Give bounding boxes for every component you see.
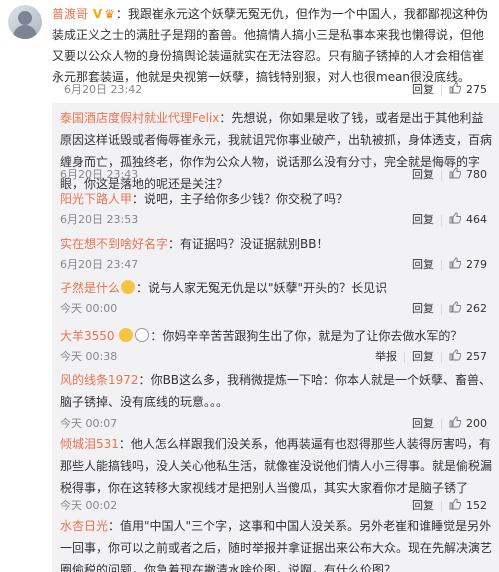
list-item: 大羊3550 ：你妈辛辛苦苦跟狗生出了你，就是为了让你去做水军的？ 今天 00:… bbox=[52, 317, 499, 369]
reply-text: 风的线条1972：你BB这么多，我稍微提炼一下哈：你本人就是一个妖孽、畜兽、脑子… bbox=[60, 373, 492, 409]
reply-content: 他人怎么样跟我们没关系，他再装逼有也怼得那些人装得厉害吗，有那些人能搞钱吗，没人… bbox=[60, 437, 493, 495]
reply-actions: 回复 152 bbox=[412, 497, 487, 513]
reply-button[interactable]: 回复 bbox=[412, 499, 434, 512]
reply-text: 阳光下路人甲：说吧，主子给你多少钱？你交税了吗？ bbox=[60, 192, 349, 206]
reply-username[interactable]: 大羊3550 bbox=[60, 329, 115, 343]
main-comment-username[interactable]: 普渡哥 bbox=[52, 7, 88, 21]
avatar[interactable] bbox=[8, 5, 42, 39]
reply-time: 6月20日 23:53 bbox=[60, 213, 139, 226]
reply-button[interactable]: 回复 bbox=[412, 350, 434, 363]
reply-list: 泰国酒店度假村就业代理Felix：先想说，你如果是收了钱，或者是出于其他利益原因… bbox=[52, 103, 499, 572]
reply-username[interactable]: 倾城泪531 bbox=[60, 437, 119, 451]
like-count: 200 bbox=[466, 417, 487, 430]
emoji-icon bbox=[119, 328, 134, 342]
reply-actions: 回复 780 bbox=[412, 166, 487, 182]
reply-time: 今天 00:02 bbox=[60, 499, 118, 512]
reply-content: 说与人家无冤无仇是以"妖孽"开头的？长见识 bbox=[148, 281, 388, 295]
thumbs-up-icon[interactable] bbox=[449, 301, 461, 313]
main-comment-content: 我跟崔永元这个妖孽无冤无仇，但作为一个中国人，我都鄙视这种伪装成正义之士的满肚子… bbox=[52, 7, 488, 84]
reply-actions: 回复 279 bbox=[412, 256, 487, 272]
reply-username[interactable]: 水杏日光 bbox=[60, 519, 108, 533]
list-item: 孑然是什么 ：说与人家无冤无仇是以"妖孽"开头的？长见识 今天 00:00 回复 2… bbox=[52, 273, 499, 317]
list-item: 水杏日光：值用"中国人"三个字，这事和中国人没关系。另外老崔和谁睡觉是另外一回事… bbox=[52, 515, 499, 572]
thumbs-up-icon[interactable] bbox=[449, 167, 461, 179]
emoji-icon bbox=[121, 280, 136, 294]
reply-button[interactable]: 回复 bbox=[412, 258, 434, 271]
verified-badge-icon: V bbox=[92, 7, 103, 21]
list-item: 阳光下路人甲：说吧，主子给你多少钱？你交税了吗？ 6月20日 23:53 回复 4… bbox=[52, 184, 499, 228]
reply-username[interactable]: 孑然是什么 bbox=[60, 281, 120, 295]
reply-button[interactable]: 回复 bbox=[412, 417, 434, 430]
reply-actions: 回复 262 bbox=[412, 300, 487, 316]
main-comment-text: 普渡哥 V ♛：我跟崔永元这个妖孽无冤无仇，但作为一个中国人，我都鄙视这种伪装成正… bbox=[52, 4, 494, 88]
reply-text: 孑然是什么 ：说与人家无冤无仇是以"妖孽"开头的？长见识 bbox=[60, 280, 388, 295]
reply-actions: 举报 回复 257 bbox=[375, 348, 487, 364]
reply-button[interactable]: 回复 bbox=[412, 213, 434, 226]
reply-time: 6月20日 23:43 bbox=[60, 168, 139, 181]
main-comment-actions: 回复 275 bbox=[412, 81, 487, 97]
reply-button[interactable]: 回复 bbox=[412, 168, 434, 181]
reply-content: 值用"中国人"三个字，这事和中国人没关系。另外老崔和谁睡觉是另外一回事，你可以之… bbox=[60, 519, 493, 572]
reply-content: 你妈辛辛苦苦跟狗生出了你，就是为了让你去做水军的？ bbox=[162, 329, 463, 343]
reply-username[interactable]: 风的线条1972 bbox=[60, 373, 139, 387]
thumbs-up-icon[interactable] bbox=[449, 498, 461, 510]
reply-username[interactable]: 实在想不到啥好名字 bbox=[60, 237, 168, 251]
reply-button[interactable]: 回复 bbox=[412, 302, 434, 315]
list-item: 泰国酒店度假村就业代理Felix：先想说，你如果是收了钱，或者是出于其他利益原因… bbox=[52, 103, 499, 191]
reply-content: 有证据吗？没证据就别BB！ bbox=[180, 237, 329, 251]
like-count: 279 bbox=[466, 258, 487, 271]
like-count: 780 bbox=[466, 168, 487, 181]
list-item: 风的线条1972：你BB这么多，我稍微提炼一下哈：你本人就是一个妖孽、畜兽、脑子… bbox=[52, 369, 499, 433]
reply-username[interactable]: 泰国酒店度假村就业代理Felix bbox=[60, 111, 219, 125]
reply-content: 说吧，主子给你多少钱？你交税了吗？ bbox=[144, 192, 349, 206]
like-count: 257 bbox=[466, 350, 487, 363]
reply-time: 6月20日 23:47 bbox=[60, 258, 139, 271]
list-item: 实在想不到啥好名字：有证据吗？没证据就别BB！ 6月20日 23:47 回复 27… bbox=[52, 228, 499, 273]
reply-time: 今天 00:00 bbox=[60, 302, 118, 315]
weibo-comment-thread: 普渡哥 V ♛：我跟崔永元这个妖孽无冤无仇，但作为一个中国人，我都鄙视这种伪装成正… bbox=[0, 0, 499, 572]
reply-username[interactable]: 阳光下路人甲 bbox=[60, 192, 132, 206]
thumbs-up-icon[interactable] bbox=[449, 82, 461, 94]
reply-time: 今天 00:38 bbox=[60, 350, 118, 363]
like-count: 262 bbox=[466, 302, 487, 315]
emoji-icon bbox=[135, 328, 150, 342]
like-count: 464 bbox=[466, 213, 487, 226]
reply-text: 大羊3550 ：你妈辛辛苦苦跟狗生出了你，就是为了让你去做水军的？ bbox=[60, 328, 463, 343]
reply-text: 倾城泪531：他人怎么样跟我们没关系，他再装逼有也怼得那些人装得厉害吗，有那些人… bbox=[60, 437, 493, 495]
reply-time: 今天 00:07 bbox=[60, 417, 118, 430]
reply-actions: 回复 464 bbox=[412, 211, 487, 227]
report-button[interactable]: 举报 bbox=[375, 350, 397, 363]
reply-text: 实在想不到啥好名字：有证据吗？没证据就别BB！ bbox=[60, 237, 329, 251]
main-comment: 普渡哥 V ♛：我跟崔永元这个妖孽无冤无仇，但作为一个中国人，我都鄙视这种伪装成正… bbox=[0, 0, 499, 106]
thumbs-up-icon[interactable] bbox=[449, 257, 461, 269]
reply-actions: 回复 200 bbox=[412, 415, 487, 431]
vip-badge-icon: ♛ bbox=[104, 7, 115, 21]
main-comment-time: 6月20日 23:42 bbox=[64, 83, 143, 96]
list-item: 倾城泪531：他人怎么样跟我们没关系，他再装逼有也怼得那些人装得厉害吗，有那些人… bbox=[52, 433, 499, 515]
reply-button[interactable]: 回复 bbox=[412, 83, 434, 96]
reply-text: 水杏日光：值用"中国人"三个字，这事和中国人没关系。另外老崔和谁睡觉是另外一回事… bbox=[60, 515, 492, 572]
like-count: 152 bbox=[466, 499, 487, 512]
thumbs-up-icon[interactable] bbox=[449, 416, 461, 428]
thumbs-up-icon[interactable] bbox=[449, 212, 461, 224]
like-count: 275 bbox=[466, 83, 487, 96]
thumbs-up-icon[interactable] bbox=[449, 349, 461, 361]
